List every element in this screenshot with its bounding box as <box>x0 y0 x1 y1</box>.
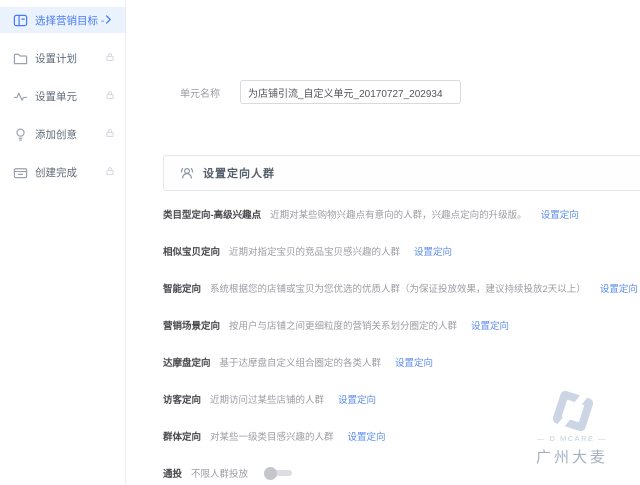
targeting-section-header: 设置定向人群 <box>163 155 640 191</box>
row-description: 对某些一级类目感兴趣的人群 <box>210 429 334 443</box>
sidebar-item-label: 选择营销目标 - 全店 <box>35 13 105 28</box>
lock-icon <box>105 166 115 178</box>
targeting-row-visitor: 访客定向 近期访问过某些店铺的人群 设置定向 <box>163 388 640 410</box>
row-description: 近期对指定宝贝的竞品宝贝感兴趣的人群 <box>229 244 400 258</box>
chevron-right-icon <box>105 14 115 26</box>
setup-targeting-link[interactable]: 设置定向 <box>414 244 452 258</box>
setup-targeting-link[interactable]: 设置定向 <box>541 207 579 221</box>
setup-targeting-link[interactable]: 设置定向 <box>471 318 509 332</box>
unit-name-label: 单元名称 <box>180 85 220 100</box>
unit-name-row: 单元名称 <box>180 80 461 104</box>
targeting-rows: 类目型定向-高级兴趣点 近期对某些购物兴趣点有意向的人群，兴趣点定向的升级版。 … <box>163 203 640 485</box>
pulse-icon <box>13 89 28 104</box>
row-description: 近期对某些购物兴趣点有意向的人群，兴趣点定向的升级版。 <box>270 207 527 221</box>
lock-icon <box>105 52 115 64</box>
row-label: 通投 <box>163 466 182 480</box>
row-label: 类目型定向-高级兴趣点 <box>163 207 261 221</box>
setup-targeting-link[interactable]: 设置定向 <box>348 429 386 443</box>
setup-targeting-link[interactable]: 设置定向 <box>395 355 433 369</box>
steps-sidebar: 选择营销目标 - 全店 设置计划 <box>0 0 126 485</box>
run-of-network-toggle[interactable] <box>264 467 294 480</box>
row-description: 不限人群投放 <box>191 466 248 480</box>
folder-icon <box>13 51 28 66</box>
lock-icon <box>105 90 115 102</box>
row-label: 群体定向 <box>163 429 201 443</box>
sidebar-item-label: 设置单元 <box>35 89 105 104</box>
sidebar-item-set-unit[interactable]: 设置单元 <box>0 83 125 109</box>
main-content: 单元名称 设置定向人群 类目型定向-高级兴趣点 近期对某些购物兴趣点有意向的人群… <box>127 0 640 485</box>
row-label: 相似宝贝定向 <box>163 244 220 258</box>
row-description: 按用户与店铺之间更细粒度的营销关系划分圈定的人群 <box>229 318 457 332</box>
sidebar-item-label: 创建完成 <box>35 165 105 180</box>
campaign-goal-icon <box>13 13 28 28</box>
sidebar-item-label: 设置计划 <box>35 51 105 66</box>
section-title: 设置定向人群 <box>203 165 275 181</box>
row-label: 达摩盘定向 <box>163 355 211 369</box>
setup-targeting-link[interactable]: 设置定向 <box>338 392 376 406</box>
row-label: 访客定向 <box>163 392 201 406</box>
targeting-row-similar-items: 相似宝贝定向 近期对指定宝贝的竞品宝贝感兴趣的人群 设置定向 <box>163 240 640 262</box>
targeting-row-group: 群体定向 对某些一级类目感兴趣的人群 设置定向 <box>163 425 640 447</box>
row-description: 近期访问过某些店铺的人群 <box>210 392 324 406</box>
archive-icon <box>13 165 28 180</box>
setup-targeting-link[interactable]: 设置定向 <box>600 281 638 295</box>
targeting-row-run-of-network: 通投 不限人群投放 <box>163 462 640 484</box>
bulb-icon <box>13 127 28 142</box>
sidebar-item-label: 添加创意 <box>35 127 105 142</box>
row-description: 基于达摩盘自定义组合圈定的各类人群 <box>220 355 382 369</box>
unit-name-input[interactable] <box>240 80 461 104</box>
lock-icon <box>105 128 115 140</box>
row-description: 系统根据您的店铺或宝贝为您优选的优质人群（为保证投放效果，建议持续投放2天以上） <box>210 281 586 295</box>
targeting-row-category-interest: 类目型定向-高级兴趣点 近期对某些购物兴趣点有意向的人群，兴趣点定向的升级版。 … <box>163 203 640 225</box>
toggle-knob <box>264 467 277 480</box>
row-label: 营销场景定向 <box>163 318 220 332</box>
sidebar-item-add-creative[interactable]: 添加创意 <box>0 121 125 147</box>
sidebar-item-set-plan[interactable]: 设置计划 <box>0 45 125 71</box>
row-label: 智能定向 <box>163 281 201 295</box>
sidebar-item-marketing-goal[interactable]: 选择营销目标 - 全店 <box>0 7 125 33</box>
targeting-row-marketing-scene: 营销场景定向 按用户与店铺之间更细粒度的营销关系划分圈定的人群 设置定向 <box>163 314 640 336</box>
create-ad-unit-page: 选择营销目标 - 全店 设置计划 <box>0 0 640 485</box>
targeting-row-damopan: 达摩盘定向 基于达摩盘自定义组合圈定的各类人群 设置定向 <box>163 351 640 373</box>
targeting-row-smart: 智能定向 系统根据您的店铺或宝贝为您优选的优质人群（为保证投放效果，建议持续投放… <box>163 277 640 299</box>
audience-icon <box>179 165 195 181</box>
sidebar-item-create-complete[interactable]: 创建完成 <box>0 159 125 185</box>
